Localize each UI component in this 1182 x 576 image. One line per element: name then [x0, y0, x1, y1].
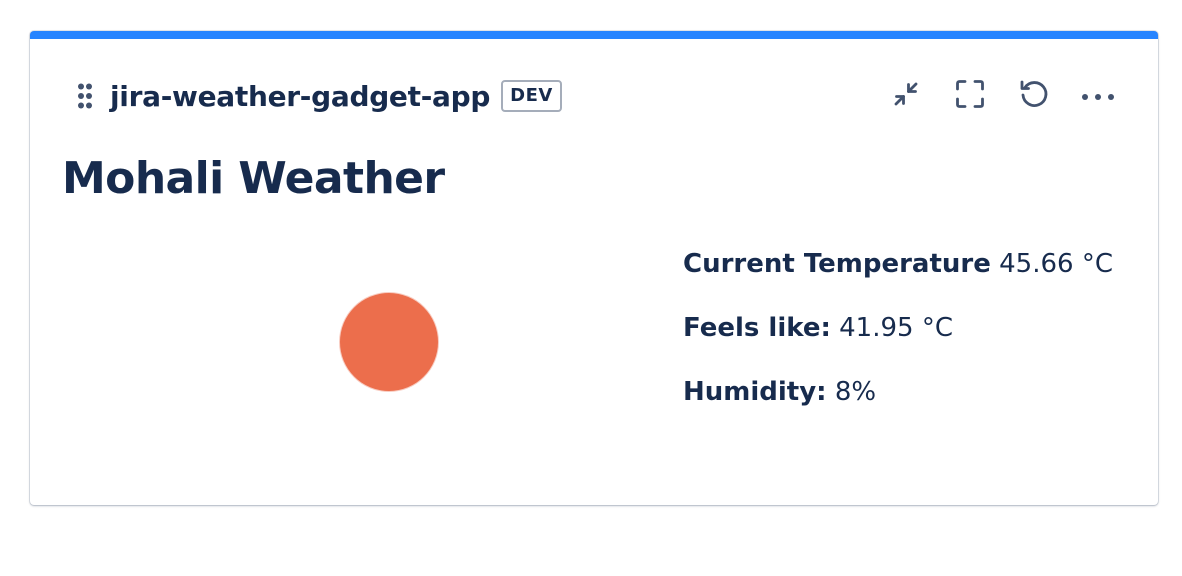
feels-like-value: 41.95 °C	[839, 313, 953, 343]
dev-badge: DEV	[501, 80, 562, 112]
refresh-icon	[1018, 78, 1050, 114]
gadget-title: jira-weather-gadget-app	[110, 79, 491, 113]
humidity-value: 8%	[834, 377, 877, 407]
header-actions	[862, 76, 1118, 116]
refresh-button[interactable]	[1014, 76, 1054, 116]
fullscreen-button[interactable]	[950, 76, 990, 116]
sun-icon	[340, 293, 438, 391]
more-actions-button[interactable]	[1078, 76, 1118, 116]
drag-handle-icon[interactable]	[74, 81, 96, 111]
humidity-row: Humidity: 8%	[683, 372, 1113, 412]
humidity-label: Humidity:	[683, 377, 827, 407]
weather-stats: Current Temperature 45.66 °C Feels like:…	[683, 244, 1113, 436]
page-title: Mohali Weather	[62, 153, 445, 204]
fullscreen-icon	[954, 78, 986, 114]
weather-gadget: jira-weather-gadget-app DEV Mohali Weath…	[30, 31, 1158, 505]
feels-like-label: Feels like:	[683, 313, 831, 343]
feels-like-row: Feels like: 41.95 °C	[683, 308, 1113, 348]
current-temperature-value: 45.66 °C	[999, 249, 1113, 279]
current-temperature-row: Current Temperature 45.66 °C	[683, 244, 1113, 284]
gadget-header: jira-weather-gadget-app DEV	[74, 75, 1118, 117]
minimize-button[interactable]	[886, 76, 926, 116]
current-temperature-label: Current Temperature	[683, 249, 991, 279]
more-icon	[1080, 87, 1116, 106]
minimize-icon	[890, 78, 922, 114]
